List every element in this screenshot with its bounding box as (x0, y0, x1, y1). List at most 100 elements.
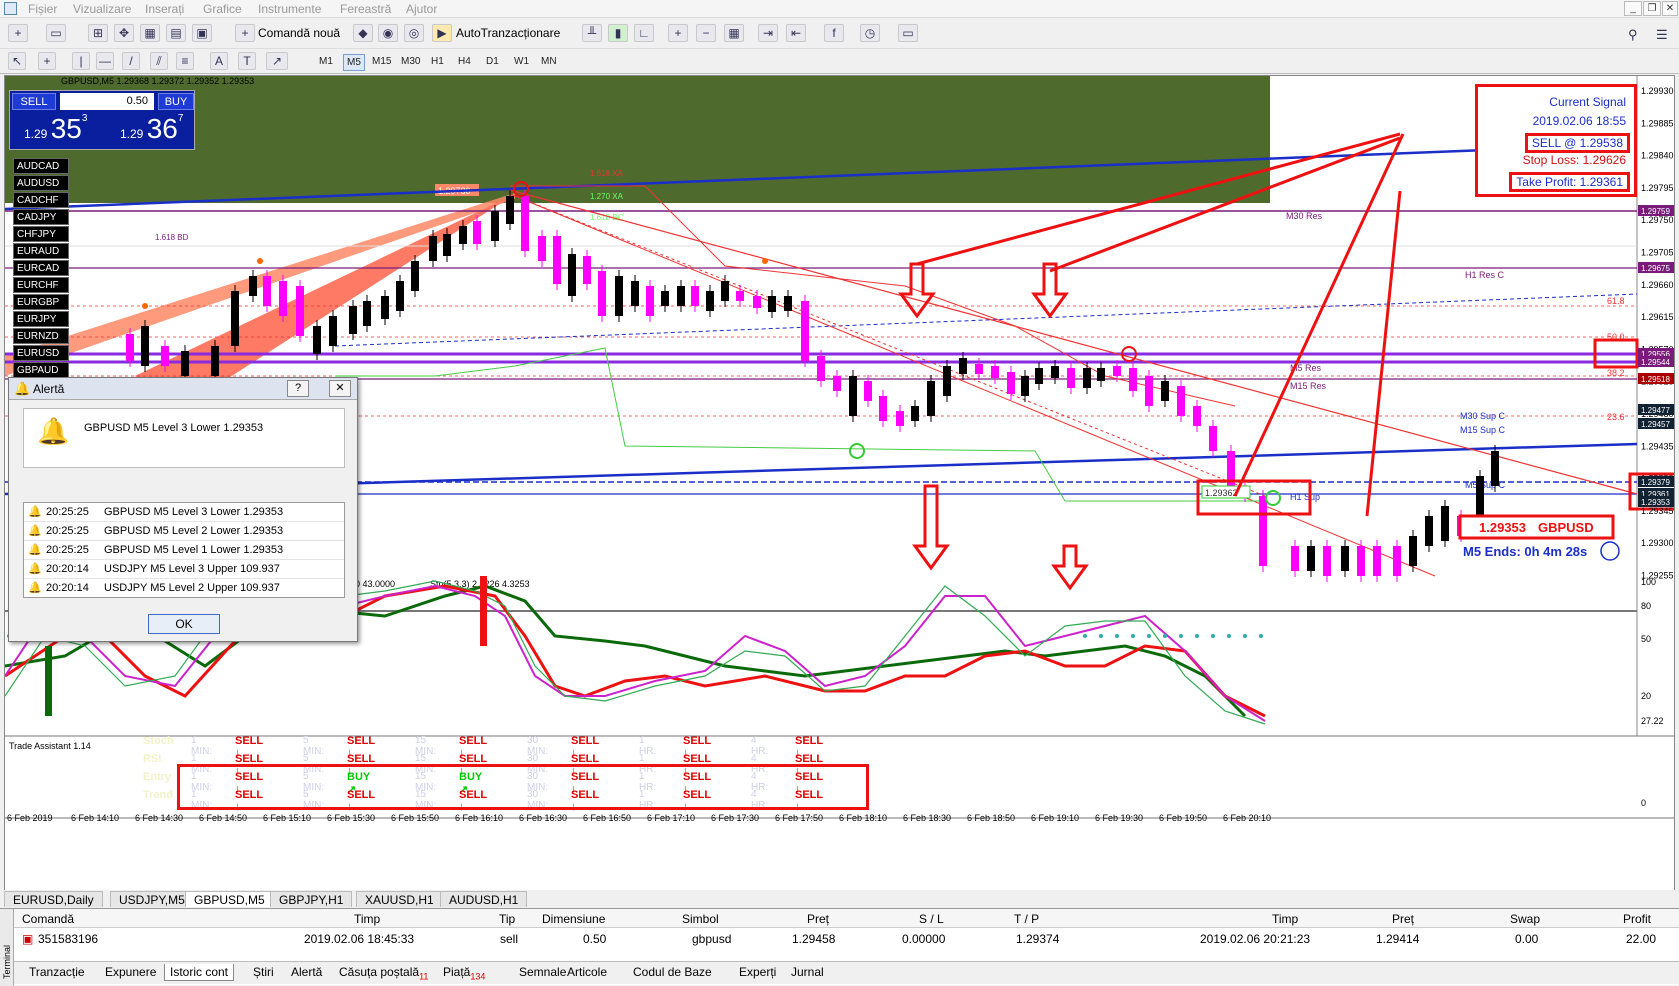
data-window-icon[interactable]: ✥ (114, 24, 134, 42)
sell-button[interactable]: SELL (12, 93, 56, 110)
terminal-tab[interactable]: Istoric cont (164, 964, 235, 981)
buy-button[interactable]: BUY (158, 93, 194, 110)
terminal-tab[interactable]: Tranzacție (24, 964, 90, 980)
col-close-price[interactable]: Preț (1392, 912, 1414, 926)
symbol-cadchf[interactable]: CADCHF (13, 192, 69, 208)
col-sl[interactable]: S / L (919, 912, 944, 926)
community-icon[interactable]: ☰ (1656, 27, 1668, 43)
menu-insert[interactable]: Inserați (145, 2, 184, 16)
tf-m30[interactable]: M30 (398, 54, 423, 69)
terminal-icon[interactable]: ▤ (166, 24, 186, 42)
chart-shift-icon[interactable]: ⇤ (786, 24, 806, 42)
bar-chart-icon[interactable]: ╨ (582, 24, 602, 42)
symbol-euraud[interactable]: EURAUD (13, 243, 69, 259)
terminal-tab[interactable]: Experți (734, 964, 781, 980)
line-chart-icon[interactable]: ∟ (634, 24, 654, 42)
tf-m1[interactable]: M1 (316, 54, 336, 69)
tf-w1[interactable]: W1 (511, 54, 532, 69)
symbol-eurnzd[interactable]: EURNZD (13, 328, 69, 344)
menu-view[interactable]: Vizualizare (73, 2, 131, 16)
symbol-chfjpy[interactable]: CHFJPY (13, 226, 69, 242)
col-symbol[interactable]: Simbol (682, 912, 719, 926)
symbol-gbpaud[interactable]: GBPAUD (13, 362, 69, 378)
close-icon[interactable]: ✕ (1662, 1, 1678, 16)
tf-h1[interactable]: H1 (428, 54, 447, 69)
terminal-tab[interactable]: Căsuța poștală11 (334, 964, 433, 982)
symbol-eurgbp[interactable]: EURGBP (13, 294, 69, 310)
chart-tab[interactable]: GBPJPY,H1 (270, 891, 353, 907)
channel-icon[interactable]: ⫽ (150, 52, 168, 70)
tf-m15[interactable]: M15 (369, 54, 394, 69)
hosting-icon[interactable]: ◎ (404, 24, 424, 42)
profiles-icon[interactable]: ▭ (46, 24, 66, 42)
col-size[interactable]: Dimensiune (542, 912, 605, 926)
new-chart-icon[interactable]: + (8, 24, 28, 42)
chart-tab[interactable]: USDJPY,M5 (110, 891, 194, 907)
navigator-icon[interactable]: ▦ (140, 24, 160, 42)
ok-button[interactable]: OK (148, 614, 220, 634)
templates-icon[interactable]: ▭ (898, 24, 918, 42)
minimize-icon[interactable]: _ (1624, 1, 1642, 16)
symbol-eurchf[interactable]: EURCHF (13, 277, 69, 293)
meta-editor-icon[interactable]: ◆ (353, 24, 373, 42)
terminal-tab[interactable]: Jurnal (786, 964, 829, 980)
symbol-eurusd[interactable]: EURUSD (13, 345, 69, 361)
candle-chart-icon[interactable]: ▮ (608, 24, 628, 42)
vertical-line-icon[interactable]: | (72, 52, 90, 70)
menu-file[interactable]: Fișier (28, 2, 57, 16)
autotrading-button[interactable]: AutoTranzacționare (456, 26, 560, 40)
trendline-icon[interactable]: / (122, 52, 140, 70)
text-icon[interactable]: A (210, 52, 228, 70)
terminal-tab[interactable]: Expunere (100, 964, 161, 980)
terminal-tab[interactable]: Piață134 (438, 964, 490, 982)
alert-row[interactable]: 🔔 20:20:14 USDJPY M5 Level 3 Upper 109.937 (24, 560, 344, 579)
symbol-cadjpy[interactable]: CADJPY (13, 209, 69, 225)
col-tp[interactable]: T / P (1014, 912, 1039, 926)
close-button[interactable]: ✕ (329, 380, 351, 397)
market-watch-icon[interactable]: ⊞ (88, 24, 108, 42)
cursor-icon[interactable]: ↖ (8, 52, 26, 70)
table-row[interactable]: ▣ 351583196 2019.02.06 18:45:33 sell 0.5… (14, 929, 1679, 948)
periods-icon[interactable]: ◷ (860, 24, 880, 42)
chart-tab[interactable]: AUDUSD,H1 (440, 891, 528, 907)
zoom-in-icon[interactable]: + (668, 24, 688, 42)
help-button[interactable]: ? (287, 380, 309, 397)
tf-h4[interactable]: H4 (455, 54, 474, 69)
chart-tab[interactable]: XAUUSD,H1 (356, 891, 443, 907)
symbol-eurjpy[interactable]: EURJPY (13, 311, 69, 327)
col-type[interactable]: Tip (499, 912, 515, 926)
symbol-audcad[interactable]: AUDCAD (13, 158, 69, 174)
tf-m5[interactable]: M5 (343, 54, 365, 71)
col-swap[interactable]: Swap (1510, 912, 1540, 926)
autotrading-icon[interactable]: ▶ (432, 24, 452, 42)
tf-d1[interactable]: D1 (483, 54, 502, 69)
terminal-tab[interactable]: Articole (562, 964, 612, 980)
col-profit[interactable]: Profit (1623, 912, 1651, 926)
arrows-icon[interactable]: ↗ (266, 52, 288, 70)
tf-mn[interactable]: MN (538, 54, 560, 69)
symbol-audusd[interactable]: AUDUSD (13, 175, 69, 191)
label-icon[interactable]: T (238, 52, 256, 70)
menu-tools[interactable]: Instrumente (258, 2, 321, 16)
alert-row[interactable]: 🔔 20:25:25 GBPUSD M5 Level 3 Lower 1.29353 (24, 503, 344, 522)
new-order-button[interactable]: Comandă nouă (258, 26, 340, 40)
lot-input[interactable]: 0.50 (60, 93, 154, 110)
crosshair-icon[interactable]: + (38, 52, 56, 70)
search-icon[interactable]: ⚲ (1628, 27, 1638, 43)
terminal-tab[interactable]: Codul de Baze (628, 964, 717, 980)
chart-tab[interactable]: EURUSD,Daily (4, 891, 103, 907)
horizontal-line-icon[interactable]: — (96, 52, 114, 70)
indicators-icon[interactable]: f (824, 24, 844, 42)
tile-windows-icon[interactable]: ▦ (724, 24, 744, 42)
chart-tab[interactable]: GBPUSD,M5 (185, 891, 274, 907)
zoom-out-icon[interactable]: − (696, 24, 716, 42)
menu-help[interactable]: Ajutor (406, 2, 437, 16)
col-close-time[interactable]: Timp (1272, 912, 1298, 926)
alert-history-list[interactable]: 🔔 20:25:25 GBPUSD M5 Level 3 Lower 1.29353… (23, 502, 345, 598)
col-price[interactable]: Preț (807, 912, 829, 926)
alert-row[interactable]: 🔔 20:20:14 USDJPY M5 Level 2 Upper 109.937 (24, 579, 344, 597)
terminal-tab[interactable]: Știri (248, 964, 279, 980)
restore-icon[interactable]: ❐ (1643, 1, 1661, 16)
menu-window[interactable]: Fereastră (340, 2, 391, 16)
terminal-tab[interactable]: Alertă (286, 964, 327, 980)
